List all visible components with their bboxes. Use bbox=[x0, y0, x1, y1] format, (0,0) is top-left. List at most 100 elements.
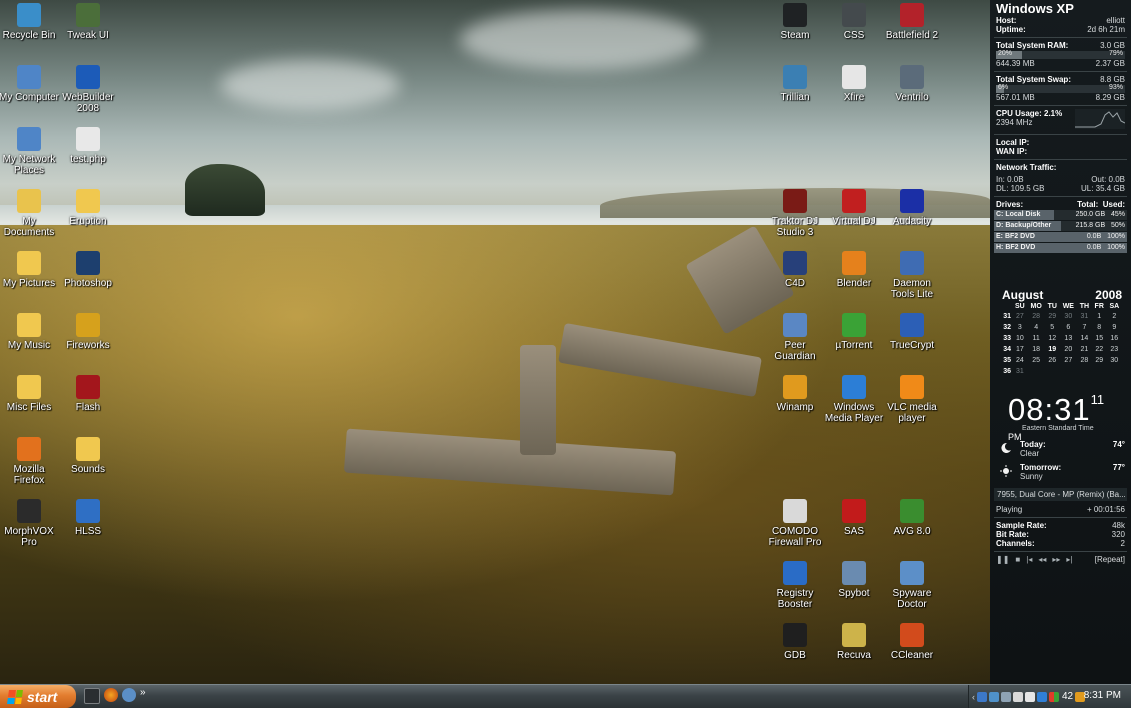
recuva-icon bbox=[842, 623, 866, 647]
network-tray-icon[interactable] bbox=[1001, 691, 1011, 702]
forward-icon[interactable]: ▸▸ bbox=[1052, 555, 1060, 564]
php-file-icon bbox=[76, 127, 100, 151]
desktop-icon-label: My Music bbox=[7, 340, 51, 351]
start-button[interactable]: start bbox=[0, 685, 76, 708]
desktop-icon-battlefield-2[interactable]: Battlefield 2 bbox=[882, 3, 942, 41]
network-places-icon bbox=[17, 127, 41, 151]
next-icon[interactable]: ▸| bbox=[1066, 555, 1072, 564]
desktop-icon-truecrypt[interactable]: TrueCrypt bbox=[882, 313, 942, 351]
desktop-icon-steam[interactable]: Steam bbox=[765, 3, 825, 41]
desktop-icon-windows-media-player[interactable]: Windows Media Player bbox=[824, 375, 884, 424]
desktop-icon-recuva[interactable]: Recuva bbox=[824, 623, 884, 661]
desktop-icon-label: Registry Booster bbox=[776, 588, 814, 610]
desktop-icon-xfire[interactable]: Xfire bbox=[824, 65, 884, 103]
desktop-icon-my-documents[interactable]: My Documents bbox=[0, 189, 59, 238]
desktop-icon-recycle-bin[interactable]: Recycle Bin bbox=[0, 3, 59, 41]
moon-icon bbox=[1001, 442, 1011, 453]
firefox-icon[interactable] bbox=[104, 688, 118, 702]
calendar-weekday: SA bbox=[1109, 303, 1120, 310]
calendar-day: 24 bbox=[1015, 357, 1024, 364]
separator bbox=[994, 551, 1127, 552]
desktop-icon-sas[interactable]: SAS bbox=[824, 499, 884, 537]
desktop-icon-css[interactable]: CSS bbox=[824, 3, 884, 41]
chevron-right-icon[interactable]: » bbox=[140, 688, 146, 704]
winamp-icon bbox=[783, 375, 807, 399]
desktop-icon-label: test.php bbox=[70, 154, 106, 165]
desktop-icon-misc-files[interactable]: Misc Files bbox=[0, 375, 59, 413]
desktop-icon-tweak-ui[interactable]: Tweak UI bbox=[58, 3, 118, 41]
desktop-icon-blender[interactable]: Blender bbox=[824, 251, 884, 289]
trillian-icon[interactable] bbox=[122, 688, 136, 702]
steam-tray-icon[interactable] bbox=[977, 691, 987, 702]
calendar-weekday: SU bbox=[1014, 303, 1025, 310]
chevron-left-icon[interactable]: ‹ bbox=[972, 692, 975, 702]
previous-icon[interactable]: |◂ bbox=[1026, 555, 1032, 564]
xfire-tray-icon[interactable] bbox=[1013, 691, 1023, 702]
desktop-icon-fireworks[interactable]: Fireworks bbox=[58, 313, 118, 351]
desktop-icon-virtual-dj[interactable]: Virtual DJ bbox=[824, 189, 884, 227]
desktop-icon-webbuilder-2008[interactable]: WebBuilder 2008 bbox=[58, 65, 118, 114]
calendar-day: 30 bbox=[1110, 357, 1119, 364]
desktop-icon-morphvox-pro[interactable]: MorphVOX Pro bbox=[0, 499, 59, 548]
drives-total-label: Total: bbox=[1077, 200, 1099, 209]
trillian-tray-icon[interactable] bbox=[989, 691, 999, 702]
desktop-icon-audacity[interactable]: Audacity bbox=[882, 189, 942, 227]
desktop-icon-mozilla-firefox[interactable]: Mozilla Firefox bbox=[0, 437, 59, 486]
desktop-icon-trillian[interactable]: Trillian bbox=[765, 65, 825, 103]
desktop-icon-label: My Documents bbox=[3, 216, 55, 238]
weather-today: Today: Clear 74° bbox=[1000, 440, 1125, 458]
desktop-icon-photoshop[interactable]: Photoshop bbox=[58, 251, 118, 289]
start-label: start bbox=[27, 688, 58, 705]
desktop-icon-label: GDB bbox=[784, 650, 806, 661]
desktop-icon-c4d[interactable]: C4D bbox=[765, 251, 825, 289]
desktop-icon-my-network-places[interactable]: My Network Places bbox=[0, 127, 59, 176]
rewind-icon[interactable]: ◂◂ bbox=[1038, 555, 1046, 564]
desktop-icon-registry-booster[interactable]: Registry Booster bbox=[765, 561, 825, 610]
calendar-month: August bbox=[1002, 288, 1044, 302]
calendar-weekday: MO bbox=[1030, 303, 1042, 310]
desktop-icon-test-php[interactable]: test.php bbox=[58, 127, 118, 165]
desktop-icon-flash[interactable]: Flash bbox=[58, 375, 118, 413]
desktop-icon-label: Daemon Tools Lite bbox=[890, 278, 934, 300]
xfire-icon bbox=[842, 65, 866, 89]
desktop-icon-hlss[interactable]: HLSS bbox=[58, 499, 118, 537]
pause-icon[interactable]: ❚❚ bbox=[996, 555, 1009, 564]
calendar-day: 25 bbox=[1032, 357, 1041, 364]
spybot-icon bbox=[842, 561, 866, 585]
show-desktop-icon[interactable] bbox=[84, 688, 100, 704]
desktop-icon-label: Windows Media Player bbox=[824, 402, 884, 424]
desktop-icon-gdb[interactable]: GDB bbox=[765, 623, 825, 661]
desktop-icon-torrent[interactable]: µTorrent bbox=[824, 313, 884, 351]
separator bbox=[994, 196, 1127, 197]
desktop-icon-daemon-tools-lite[interactable]: Daemon Tools Lite bbox=[882, 251, 942, 300]
desktop-icon-eruption[interactable]: Eruption bbox=[58, 189, 118, 227]
calendar-day: 8 bbox=[1097, 324, 1102, 331]
calendar-day: 17 bbox=[1015, 346, 1024, 353]
desktop-icon-label: Audacity bbox=[892, 216, 932, 227]
desktop-icon-ventrilo[interactable]: Ventrilo bbox=[882, 65, 942, 103]
desktop-icon-sounds[interactable]: Sounds bbox=[58, 437, 118, 475]
taskbar-clock[interactable]: 8:31 PM bbox=[1084, 690, 1121, 701]
desktop-icon-comodo-firewall-pro[interactable]: COMODO Firewall Pro bbox=[765, 499, 825, 548]
desktop-icon-spybot[interactable]: Spybot bbox=[824, 561, 884, 599]
avg-tray-icon[interactable] bbox=[1049, 691, 1059, 702]
desktop-icon-traktor-dj-studio-3[interactable]: Traktor DJ Studio 3 bbox=[765, 189, 825, 238]
desktop-icon-my-computer[interactable]: My Computer bbox=[0, 65, 59, 103]
host-value: elliott bbox=[1106, 16, 1125, 25]
comodo-tray-icon[interactable] bbox=[1025, 691, 1035, 702]
steam-icon bbox=[783, 3, 807, 27]
calendar-week-number: 36 bbox=[1003, 368, 1011, 375]
desktop-icon-winamp[interactable]: Winamp bbox=[765, 375, 825, 413]
desktop-icon-spyware-doctor[interactable]: Spyware Doctor bbox=[882, 561, 942, 610]
desktop-icon-ccleaner[interactable]: CCleaner bbox=[882, 623, 942, 661]
repeat-toggle[interactable]: [Repeat] bbox=[1095, 555, 1125, 564]
desktop-icon-vlc-media-player[interactable]: VLC media player bbox=[882, 375, 942, 424]
desktop-icon-avg-8-0[interactable]: AVG 8.0 bbox=[882, 499, 942, 537]
stop-icon[interactable]: ■ bbox=[1015, 555, 1020, 564]
desktop-icon-my-music[interactable]: My Music bbox=[0, 313, 59, 351]
desktop-icon-my-pictures[interactable]: My Pictures bbox=[0, 251, 59, 289]
desktop-icon-peer-guardian[interactable]: Peer Guardian bbox=[765, 313, 825, 362]
drive-row: D: Backup/Other 215.8 GB 50% bbox=[994, 221, 1127, 231]
security-tray-icon[interactable] bbox=[1037, 691, 1047, 702]
calendar-week-number: 35 bbox=[1003, 357, 1011, 364]
